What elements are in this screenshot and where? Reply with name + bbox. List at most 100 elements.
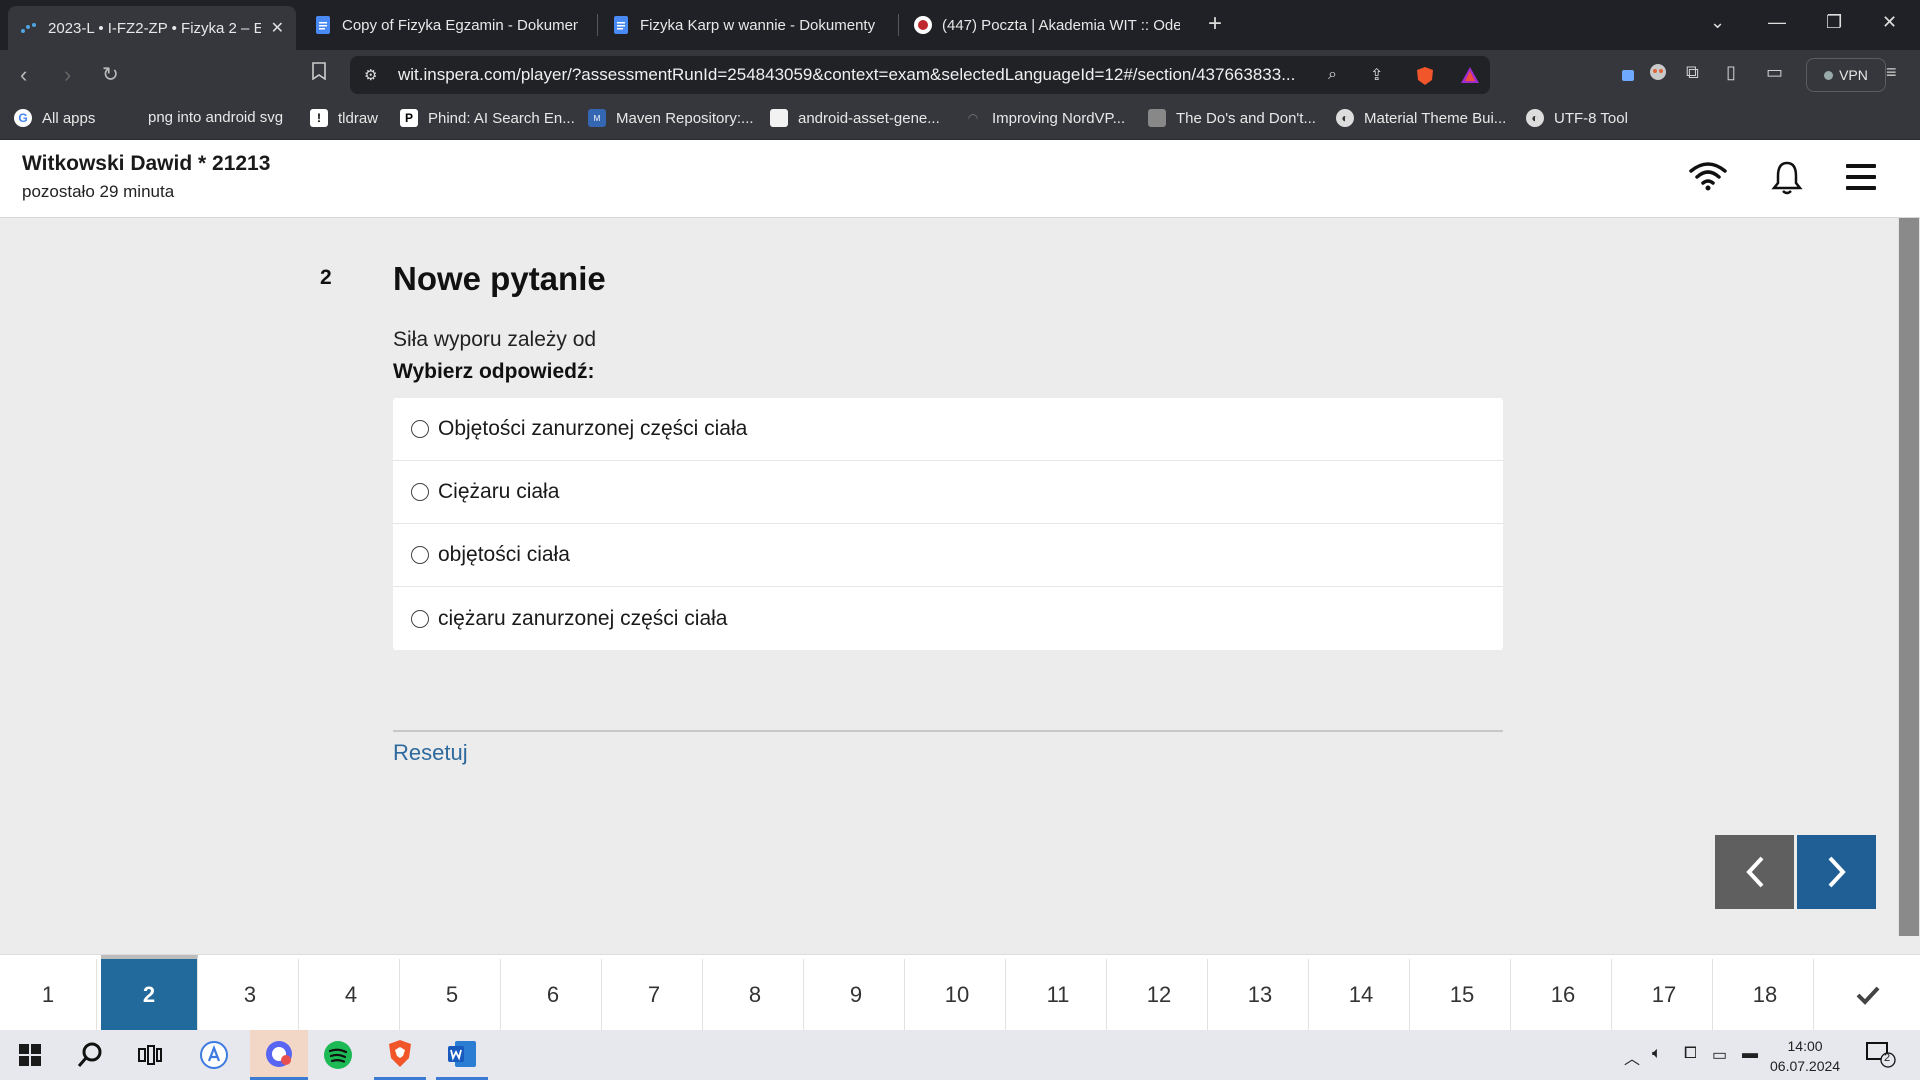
question-nav-item[interactable]: 8 <box>707 959 804 1031</box>
bookmark-material-theme[interactable]: ◐ Material Theme Bui... <box>1336 109 1506 127</box>
question-nav-item[interactable]: 3 <box>202 959 299 1031</box>
question-nav-item[interactable]: 18 <box>1717 959 1814 1031</box>
radio-button[interactable] <box>411 420 429 438</box>
chevron-right-icon <box>1828 856 1846 888</box>
minimize-icon[interactable]: — <box>1768 12 1786 33</box>
bookmark-maven[interactable]: M Maven Repository:... <box>588 109 754 127</box>
phind-icon: P <box>400 109 418 127</box>
question-nav-item[interactable]: 9 <box>808 959 905 1031</box>
extensions-icon[interactable]: ⧉ <box>1686 62 1699 83</box>
display-icon[interactable]: ▭ <box>1712 1045 1727 1065</box>
tab-separator <box>898 14 899 36</box>
question-nav-item[interactable]: 12 <box>1111 959 1208 1031</box>
zoom-icon[interactable]: ⌕ <box>1328 66 1337 84</box>
question-nav-item[interactable]: 7 <box>606 959 703 1031</box>
radio-button[interactable] <box>411 483 429 501</box>
question-area: 2 Nowe pytanie Siła wyporu zależy od Wyb… <box>0 218 1898 954</box>
volume-icon[interactable]: 🔈︎ <box>1652 1045 1662 1063</box>
bookmark-phind[interactable]: P Phind: AI Search En... <box>400 109 575 127</box>
search-icon[interactable] <box>64 1030 116 1080</box>
tab-search-icon[interactable]: ⌄ <box>1710 12 1725 33</box>
bookmark-png-android[interactable]: png into android svg <box>148 109 283 126</box>
question-nav-item[interactable]: 11 <box>1010 959 1107 1031</box>
wallet-extension-icon[interactable] <box>1616 62 1636 87</box>
tab-title: Fizyka Karp w wannie - Dokumenty ( <box>640 16 876 34</box>
wallet-icon[interactable]: ▭ <box>1766 62 1783 83</box>
question-nav-item[interactable]: 15 <box>1414 959 1511 1031</box>
bookmark-icon[interactable] <box>312 62 326 85</box>
bookmark-label: Material Theme Bui... <box>1364 109 1507 127</box>
reload-icon[interactable]: ↻ <box>102 62 119 87</box>
wifi-icon[interactable] <box>1688 160 1728 197</box>
extension-face-icon[interactable] <box>1648 62 1668 87</box>
brave-shield-icon[interactable] <box>1416 66 1434 91</box>
battery-icon[interactable]: ▬ <box>1742 1045 1758 1063</box>
question-nav-item-current[interactable]: 2 <box>101 955 198 1031</box>
hamburger-menu-icon[interactable] <box>1846 164 1876 195</box>
network-icon[interactable]: ⧠ <box>1684 1045 1697 1063</box>
vpn-label: VPN <box>1839 67 1868 83</box>
restore-icon[interactable]: ❐ <box>1826 12 1842 33</box>
brave-rewards-icon[interactable] <box>1460 66 1480 89</box>
close-icon[interactable]: ✕ <box>271 18 284 38</box>
show-hidden-icons-icon[interactable]: ︿ <box>1624 1045 1640 1069</box>
answer-option[interactable]: objętości ciała <box>393 524 1503 587</box>
share-icon[interactable]: ⇪ <box>1370 65 1383 85</box>
tab-mail[interactable]: (447) Poczta | Akademia WIT :: Odebr <box>902 6 1192 44</box>
question-nav-item[interactable]: 17 <box>1616 959 1713 1031</box>
finish-exam-button[interactable] <box>1818 959 1918 1031</box>
address-bar[interactable]: ⚙ wit.inspera.com/player/?assessmentRunI… <box>350 56 1490 94</box>
notifications-icon[interactable]: 2 <box>1866 1042 1896 1073</box>
scrollbar[interactable] <box>1898 218 1920 936</box>
reset-link[interactable]: Resetuj <box>393 740 468 766</box>
question-nav-item[interactable]: 13 <box>1212 959 1309 1031</box>
question-nav-item[interactable]: 5 <box>404 959 501 1031</box>
new-tab-icon[interactable]: + <box>1208 10 1222 38</box>
tab-docs-copy[interactable]: Copy of Fizyka Egzamin - Dokument <box>302 6 590 44</box>
sidebar-icon[interactable]: ▯ <box>1726 62 1736 83</box>
task-view-icon[interactable] <box>124 1030 176 1080</box>
bell-icon[interactable] <box>1770 160 1804 201</box>
next-question-button[interactable] <box>1797 835 1876 909</box>
radio-button[interactable] <box>411 546 429 564</box>
candidate-name: Witkowski Dawid * 21213 <box>22 152 271 175</box>
tab-exam[interactable]: 2023-L • I-FZ2-ZP • Fizyka 2 – Eg ✕ <box>8 6 296 50</box>
back-icon[interactable]: ‹ <box>20 62 27 88</box>
answer-option[interactable]: Ciężaru ciała <box>393 461 1503 524</box>
answer-option[interactable]: ciężaru zanurzonej części ciała <box>393 587 1503 650</box>
word-icon[interactable] <box>436 1030 488 1080</box>
bookmark-label: tldraw <box>338 109 379 127</box>
question-nav-item[interactable]: 16 <box>1515 959 1612 1031</box>
bookmark-android-asset[interactable]: android-asset-gene... <box>770 109 940 127</box>
chevron-left-icon <box>1745 856 1763 888</box>
tab-docs-karp[interactable]: Fizyka Karp w wannie - Dokumenty ( <box>600 6 888 44</box>
previous-question-button[interactable] <box>1715 835 1794 909</box>
radio-button[interactable] <box>411 609 429 628</box>
google-docs-icon <box>612 16 630 34</box>
vpn-button[interactable]: VPN <box>1806 58 1886 92</box>
bookmark-dos-donts[interactable]: The Do's and Don't... <box>1148 109 1316 127</box>
question-nav-item[interactable]: 14 <box>1313 959 1410 1031</box>
site-settings-icon[interactable]: ⚙ <box>364 66 377 84</box>
globe-icon: ◐ <box>1336 109 1354 127</box>
windows-start-icon[interactable] <box>4 1030 56 1080</box>
bookmark-nordvpn[interactable]: ◠ Improving NordVP... <box>964 109 1125 127</box>
app-store-icon[interactable] <box>188 1030 240 1080</box>
forward-icon[interactable]: › <box>64 62 71 88</box>
bookmark-tldraw[interactable]: ! tldraw <box>310 109 378 127</box>
answer-option[interactable]: Objętości zanurzonej części ciała <box>393 398 1503 461</box>
question-nav-item[interactable]: 6 <box>505 959 602 1031</box>
close-window-icon[interactable]: ✕ <box>1882 12 1897 33</box>
discord-icon[interactable] <box>250 1030 308 1080</box>
spotify-icon[interactable] <box>312 1030 364 1080</box>
question-navigation-bar: 1 2 3 4 5 6 7 8 9 10 11 12 13 14 15 16 1… <box>0 954 1920 1031</box>
question-nav-item[interactable]: 4 <box>303 959 400 1031</box>
bookmark-utf8-tool[interactable]: ◐ UTF-8 Tool <box>1526 109 1628 127</box>
brave-browser-icon[interactable] <box>374 1030 426 1080</box>
scrollbar-thumb[interactable] <box>1899 218 1919 936</box>
system-clock[interactable]: 14:00 06.07.2024 <box>1770 1036 1840 1076</box>
bookmark-all-apps[interactable]: G All apps <box>14 109 95 127</box>
menu-icon[interactable]: ≡ <box>1886 62 1897 83</box>
question-nav-item[interactable]: 1 <box>0 959 97 1031</box>
question-nav-item[interactable]: 10 <box>909 959 1006 1031</box>
